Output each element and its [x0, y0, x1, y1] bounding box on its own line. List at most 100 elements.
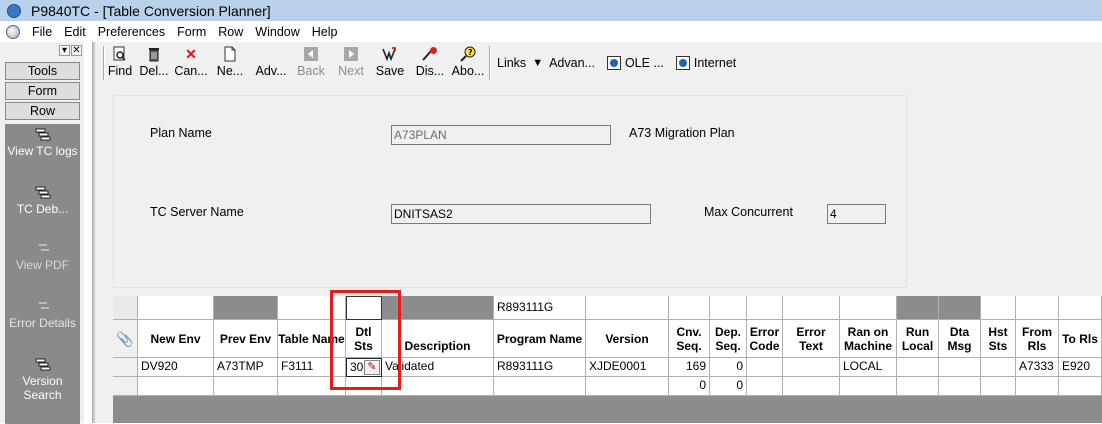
grid-cell-to-rls[interactable] [1059, 377, 1102, 396]
display-button[interactable]: Dis... [409, 42, 451, 84]
server-name-field[interactable]: DNITSAS2 [391, 204, 651, 224]
menu-row[interactable]: Row [212, 25, 249, 39]
grid-cell-error-text[interactable] [783, 358, 840, 377]
delete-button[interactable]: Del... [135, 42, 173, 84]
about-button[interactable]: ? Abo... [451, 42, 485, 84]
advanced-button[interactable]: Adv... [251, 42, 291, 84]
version-search-item[interactable]: Version Search [5, 358, 80, 402]
attachment-column-header[interactable]: 📎 [113, 320, 138, 358]
tc-debug-label: TC Deb... [16, 202, 69, 216]
new-icon [222, 46, 238, 62]
pane-close-icon[interactable]: ✕ [71, 44, 82, 56]
grid-cell-program-name[interactable] [494, 377, 586, 396]
grid-cell-version[interactable] [586, 377, 669, 396]
menu-help[interactable]: Help [306, 25, 344, 39]
grid-cell-prev-env[interactable]: A73TMP [214, 358, 278, 377]
view-tc-logs-item[interactable]: View TC logs [5, 128, 80, 158]
grid-cell-version[interactable]: XJDE0001 [586, 358, 669, 377]
menu-form[interactable]: Form [171, 25, 212, 39]
row-selector[interactable] [113, 377, 138, 396]
grid-cell-new-env[interactable] [138, 377, 214, 396]
grid-cell-cnv-seq-[interactable]: 0 [669, 377, 710, 396]
grid-cell-hst-sts[interactable] [981, 358, 1016, 377]
column-header-program-name[interactable]: Program Name [494, 320, 586, 358]
menu-window[interactable]: Window [249, 25, 305, 39]
grid-cell-run-local[interactable] [897, 377, 939, 396]
error-details-item[interactable]: Error Details [5, 300, 80, 330]
menu-file[interactable]: File [26, 25, 58, 39]
grid-cell-prev-env[interactable] [214, 377, 278, 396]
grid-cell-new-env[interactable]: DV920 [138, 358, 214, 377]
column-header-version[interactable]: Version [586, 320, 669, 358]
grid-cell-program-name[interactable]: R893111G [494, 358, 586, 377]
grid-cell-dep-seq-[interactable]: 0 [710, 377, 747, 396]
internet-button[interactable]: Internet [670, 42, 742, 84]
qbe-cell-15[interactable] [1016, 296, 1059, 320]
column-header-error-code[interactable]: Error Code [747, 320, 783, 358]
qbe-cell-13[interactable] [939, 296, 981, 320]
column-header-cnv-seq-[interactable]: Cnv. Seq. [669, 320, 710, 358]
advanced-menu[interactable]: Advan... [549, 42, 601, 84]
qbe-cell-12[interactable] [897, 296, 939, 320]
save-button[interactable]: Save [371, 42, 409, 84]
links-menu[interactable]: Links ▼ [491, 42, 549, 84]
row-button[interactable]: Row [5, 102, 80, 120]
max-concurrent-field[interactable]: 4 [827, 204, 886, 224]
grid-cell-from-rls[interactable]: A7333 [1016, 358, 1059, 377]
qbe-cell-16[interactable] [1059, 296, 1102, 320]
new-label: Ne... [216, 64, 244, 78]
tools-button[interactable]: Tools [5, 62, 80, 80]
row-selector[interactable] [113, 358, 138, 377]
find-button[interactable]: Find [105, 42, 135, 84]
grid-cell-error-code[interactable] [747, 358, 783, 377]
grid-cell-dta-msg[interactable] [939, 377, 981, 396]
find-icon [112, 46, 128, 62]
column-header-hst-sts[interactable]: Hst Sts [981, 320, 1016, 358]
column-header-from-rls[interactable]: From Rls [1016, 320, 1059, 358]
qbe-cell-1[interactable] [214, 296, 278, 320]
column-header-new-env[interactable]: New Env [138, 320, 214, 358]
view-pdf-item[interactable]: View PDF [5, 242, 80, 272]
grid-cell-ran-on-machine[interactable] [840, 377, 897, 396]
grid-cell-run-local[interactable] [897, 358, 939, 377]
row-exit-icon [38, 302, 49, 309]
menu-edit[interactable]: Edit [58, 25, 92, 39]
grid-cell-to-rls[interactable]: E920 [1059, 358, 1102, 377]
cancel-x-icon: ✕ [185, 45, 197, 62]
column-header-prev-env[interactable]: Prev Env [214, 320, 278, 358]
column-header-ran-on-machine[interactable]: Ran on Machine [840, 320, 897, 358]
qbe-cell-0[interactable] [138, 296, 214, 320]
column-header-dep-seq-[interactable]: Dep. Seq. [710, 320, 747, 358]
pane-dropdown-icon[interactable]: ▾ [59, 44, 70, 56]
grid-cell-from-rls[interactable] [1016, 377, 1059, 396]
ole-button[interactable]: OLE ... [601, 42, 670, 84]
back-button[interactable]: Back [291, 42, 331, 84]
new-button[interactable]: Ne... [209, 42, 251, 84]
qbe-cell-7[interactable] [669, 296, 710, 320]
qbe-cell-14[interactable] [981, 296, 1016, 320]
display-label: Dis... [415, 64, 445, 78]
column-header-error-text[interactable]: Error Text [783, 320, 840, 358]
qbe-cell-11[interactable] [840, 296, 897, 320]
qbe-cell-10[interactable] [783, 296, 840, 320]
globe-icon[interactable] [6, 24, 20, 39]
menu-preferences[interactable]: Preferences [92, 25, 171, 39]
grid-cell-error-text[interactable] [783, 377, 840, 396]
grid-cell-hst-sts[interactable] [981, 377, 1016, 396]
qbe-cell-8[interactable] [710, 296, 747, 320]
qbe-cell-9[interactable] [747, 296, 783, 320]
grid-cell-cnv-seq-[interactable]: 169 [669, 358, 710, 377]
grid-cell-ran-on-machine[interactable]: LOCAL [840, 358, 897, 377]
column-header-dta-msg[interactable]: Dta Msg [939, 320, 981, 358]
form-button[interactable]: Form [5, 82, 80, 100]
column-header-to-rls[interactable]: To Rls [1059, 320, 1102, 358]
grid-cell-dep-seq-[interactable]: 0 [710, 358, 747, 377]
cancel-button[interactable]: ✕ Can... [173, 42, 209, 84]
tc-debug-item[interactable]: TC Deb... [5, 186, 80, 216]
grid-cell-dta-msg[interactable] [939, 358, 981, 377]
next-button[interactable]: Next [331, 42, 371, 84]
column-header-run-local[interactable]: Run Local [897, 320, 939, 358]
qbe-cell-6[interactable] [586, 296, 669, 320]
grid-cell-error-code[interactable] [747, 377, 783, 396]
qbe-cell-5[interactable]: R893111G [494, 296, 586, 320]
